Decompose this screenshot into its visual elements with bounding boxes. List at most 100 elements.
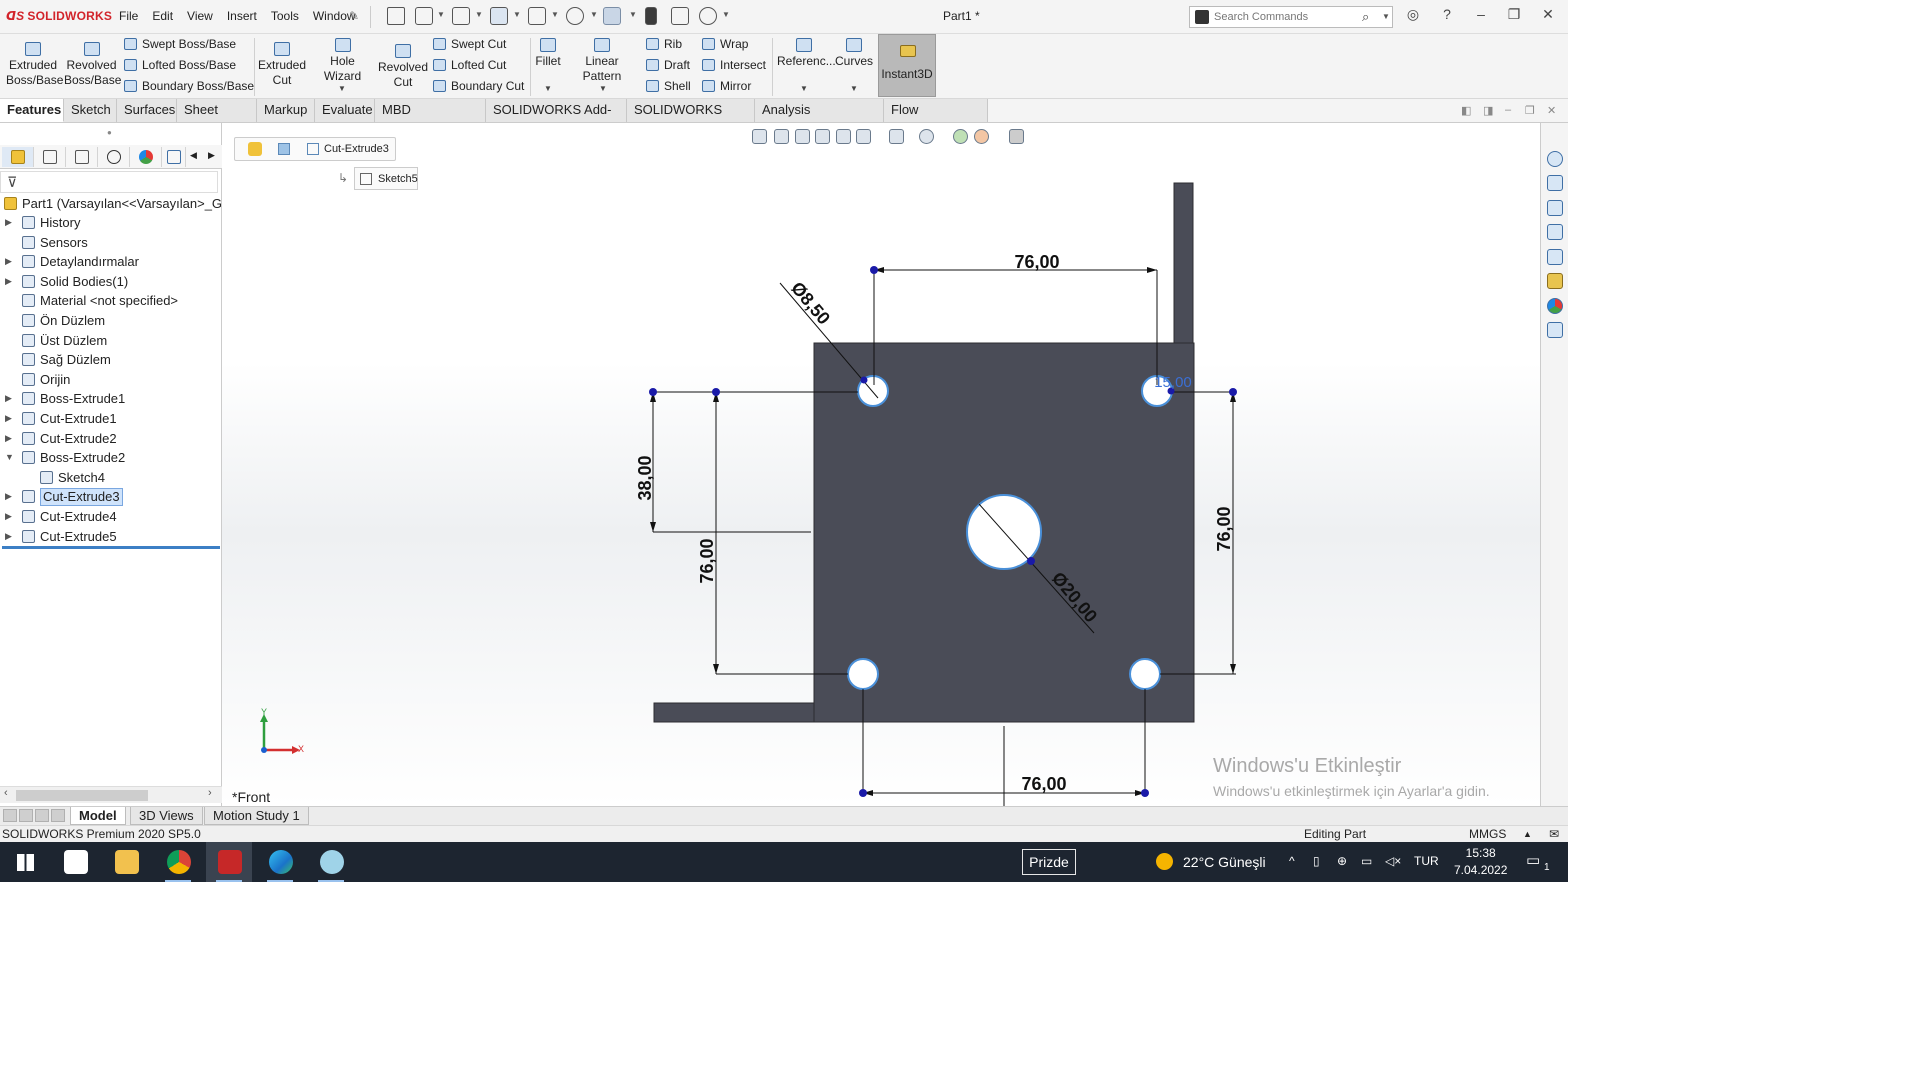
tree-item[interactable]: ▶ Cut-Extrude2 <box>0 429 222 448</box>
chevron-down-icon[interactable]: ▼ <box>338 84 346 93</box>
live-dimension-value[interactable]: 15,00 <box>1154 374 1192 391</box>
tab-solidworks-cam[interactable]: SOLIDWORKS CAM <box>627 99 755 139</box>
graphics-area[interactable]: Cut-Extrude3 ↳ Sketch5 76,00 76,00 38,00… <box>222 123 1540 806</box>
notification-center-icon[interactable]: ▭ <box>1526 851 1540 869</box>
tab-cam-manager[interactable] <box>162 147 186 167</box>
shell-button[interactable]: Shell <box>646 79 691 93</box>
expand-arrow-icon[interactable]: ▶ <box>5 527 12 546</box>
weather-widget[interactable]: 22°C Güneşli <box>1156 853 1266 870</box>
mirror-button[interactable]: Mirror <box>702 79 751 93</box>
last-tab-arrow-icon[interactable] <box>51 809 65 822</box>
sketch-point[interactable] <box>1229 388 1237 396</box>
doc-restore-button[interactable]: ❐ <box>1525 104 1535 117</box>
clock[interactable]: 15:38 7.04.2022 <box>1454 845 1507 879</box>
menu-tools[interactable]: Tools <box>264 9 306 23</box>
taskbar-app[interactable] <box>308 842 354 882</box>
chevron-down-icon[interactable]: ▼ <box>800 84 808 93</box>
tree-item[interactable]: Sketch4 <box>0 468 222 487</box>
expand-arrow-icon[interactable]: ▶ <box>5 487 12 506</box>
instant3d-button[interactable]: Instant3D <box>878 34 936 97</box>
appearances-icon[interactable] <box>1547 298 1563 314</box>
search-commands-box[interactable]: ⌕ ▼ <box>1189 6 1393 28</box>
tab-markup[interactable]: Markup <box>257 99 315 122</box>
taskbar-store[interactable] <box>52 842 98 882</box>
wrap-button[interactable]: Wrap <box>702 37 748 51</box>
fillet-button[interactable]: Fillet <box>534 38 562 69</box>
first-tab-arrow-icon[interactable] <box>3 809 17 822</box>
undo-icon[interactable] <box>566 7 584 25</box>
tree-item[interactable]: Sensors <box>0 233 222 252</box>
expand-arrow-icon[interactable]: ▶ <box>5 429 12 448</box>
chevron-down-icon[interactable]: ▼ <box>437 10 445 19</box>
extruded-cut-button[interactable]: Extruded Cut <box>256 38 308 88</box>
chevron-down-icon[interactable]: ▼ <box>475 10 483 19</box>
options-gear-icon[interactable] <box>699 7 717 25</box>
collapse-arrow-icon[interactable]: ▼ <box>5 448 14 467</box>
file-explorer-icon[interactable] <box>1547 249 1563 265</box>
tree-item[interactable]: ▶ Cut-Extrude5 <box>0 527 222 546</box>
extruded-boss-base-button[interactable]: Extruded Boss/Base <box>6 38 63 88</box>
open-folder-icon[interactable] <box>452 7 470 25</box>
chevron-down-icon[interactable]: ▼ <box>629 10 637 19</box>
new-document-icon[interactable] <box>415 7 433 25</box>
tree-item[interactable]: ▶ Boss-Extrude1 <box>0 389 222 408</box>
tab-display-manager[interactable] <box>130 147 162 167</box>
lofted-cut-button[interactable]: Lofted Cut <box>433 58 506 72</box>
scroll-left-icon[interactable]: ‹ <box>4 787 8 799</box>
dimension-top-width[interactable]: 76,00 <box>1014 252 1059 272</box>
print-icon[interactable] <box>528 7 546 25</box>
menu-edit[interactable]: Edit <box>145 9 180 23</box>
sketch-point[interactable] <box>870 266 878 274</box>
taskbar-edge[interactable] <box>257 842 303 882</box>
swept-boss-base-button[interactable]: Swept Boss/Base <box>124 37 236 51</box>
expand-arrow-icon[interactable]: ▶ <box>5 507 12 526</box>
pin-icon[interactable]: ✎ <box>349 9 359 23</box>
revolved-cut-button[interactable]: Revolved Cut <box>378 38 428 90</box>
input-language[interactable]: TUR <box>1414 854 1439 868</box>
expand-arrow-icon[interactable]: ▶ <box>5 252 12 271</box>
reference-geometry-button[interactable]: Referenc... <box>777 38 836 69</box>
scroll-thumb[interactable] <box>16 790 148 801</box>
menu-insert[interactable]: Insert <box>220 9 264 23</box>
rollback-bar[interactable] <box>2 546 220 549</box>
home-icon[interactable] <box>387 7 405 25</box>
expand-arrow-icon[interactable]: ▶ <box>5 213 12 232</box>
prev-tab-arrow-icon[interactable] <box>19 809 33 822</box>
tab-features[interactable]: Features <box>0 99 64 122</box>
design-library-home-icon[interactable] <box>1547 200 1563 216</box>
chevron-down-icon[interactable]: ▼ <box>513 10 521 19</box>
design-library-icon[interactable] <box>1547 224 1563 240</box>
close-button[interactable]: ✕ <box>1537 6 1559 23</box>
tab-dimxpert-manager[interactable] <box>98 147 130 167</box>
view-palette-icon[interactable] <box>1547 273 1563 289</box>
taskbar-chrome[interactable] <box>155 842 201 882</box>
network-globe-icon[interactable]: ⊕ <box>1337 854 1347 868</box>
sketch-point[interactable] <box>712 388 720 396</box>
chevron-up-icon[interactable]: ▲ <box>1523 829 1532 839</box>
sketch-point[interactable] <box>1027 557 1035 565</box>
volume-muted-icon[interactable]: ◁× <box>1385 854 1401 868</box>
tile-right-icon[interactable]: ◨ <box>1483 104 1493 117</box>
restore-button[interactable]: ❐ <box>1503 6 1525 23</box>
tab-motion-study[interactable]: Motion Study 1 <box>204 807 309 825</box>
sketch-point[interactable] <box>860 376 868 384</box>
scroll-right-icon[interactable]: › <box>208 787 212 799</box>
tab-model[interactable]: Model <box>70 807 126 825</box>
dimension-left-offset[interactable]: 38,00 <box>635 455 655 500</box>
intersect-button[interactable]: Intersect <box>702 58 766 72</box>
start-button[interactable] <box>2 842 48 882</box>
feature-tree-hscrollbar[interactable]: ‹ › <box>0 786 222 803</box>
tree-item[interactable]: Ön Düzlem <box>0 311 222 330</box>
draft-button[interactable]: Draft <box>646 58 690 72</box>
device-icon[interactable]: ▯ <box>1313 854 1320 868</box>
tab-mbd-dimensions[interactable]: MBD Dimensions <box>375 99 486 139</box>
hole-wizard-button[interactable]: Hole Wizard <box>311 38 374 84</box>
dimension-small-hole-diameter[interactable]: Ø8,50 <box>787 278 834 328</box>
lofted-boss-base-button[interactable]: Lofted Boss/Base <box>124 58 236 72</box>
taskbar-solidworks[interactable] <box>206 842 252 882</box>
chevron-down-icon[interactable]: ▼ <box>722 10 730 19</box>
taskbar-file-explorer[interactable] <box>103 842 149 882</box>
help-icon[interactable]: ? <box>1436 6 1458 22</box>
user-account-icon[interactable]: ◎ <box>1402 6 1424 23</box>
menu-file[interactable]: File <box>112 9 145 23</box>
